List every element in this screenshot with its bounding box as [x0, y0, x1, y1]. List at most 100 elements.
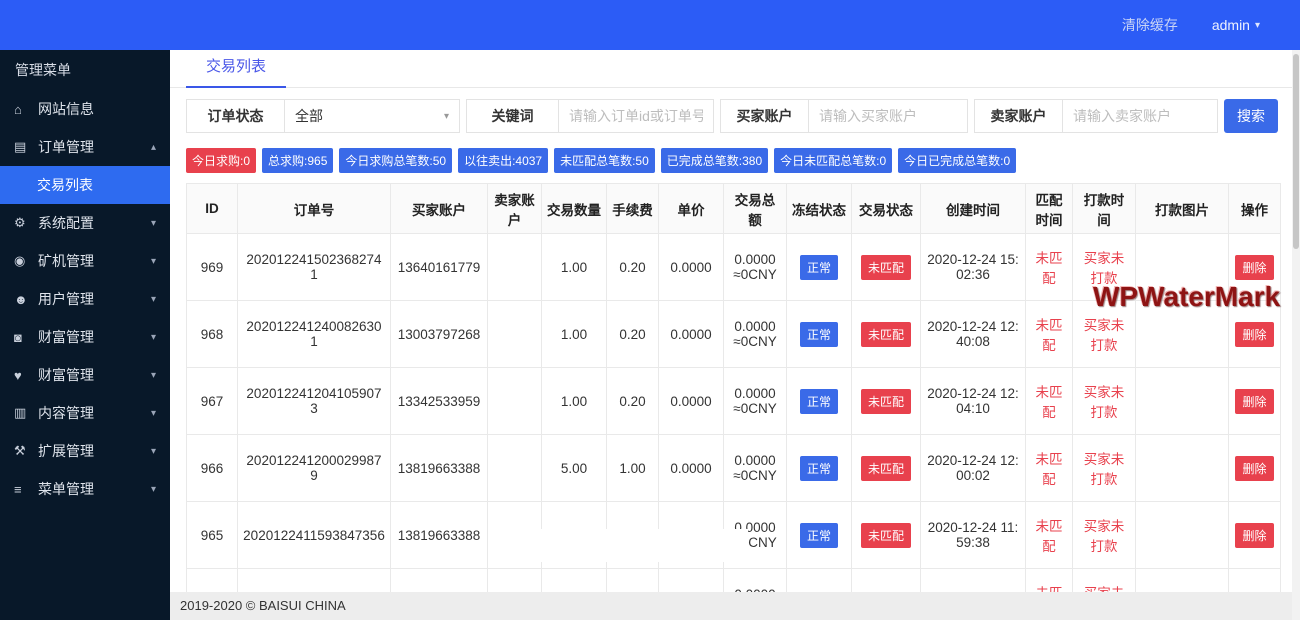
trade-status-badge: 未匹配 — [860, 388, 911, 414]
delete-button[interactable]: 删除 — [1235, 455, 1274, 481]
cell-freeze: 正常 — [786, 501, 852, 569]
cell-match_time: 未匹配 — [1025, 434, 1073, 502]
sidebar-item-label: 财富管理 — [38, 329, 94, 345]
cell-fee: 1.00 — [606, 434, 659, 502]
user-menu[interactable]: admin ▾ — [1212, 17, 1260, 33]
column-header: 订单号 — [237, 183, 391, 234]
seller-label: 卖家账户 — [990, 108, 1047, 124]
sidebar-item[interactable]: ♥ 财富管理 ▾ — [0, 356, 170, 394]
cell-qty: 1.00 — [541, 367, 607, 435]
seller-input[interactable] — [1063, 100, 1217, 132]
cell-seller — [487, 300, 542, 368]
sidebar-item[interactable]: ☻ 用户管理 ▾ — [0, 280, 170, 318]
pay-time-text: 买家未打款 — [1083, 385, 1125, 420]
cell-buyer: 13640161779 — [390, 233, 488, 301]
header-actions: 清除缓存 admin ▾ — [1122, 0, 1260, 50]
delete-button[interactable]: 删除 — [1235, 254, 1274, 280]
sidebar-item[interactable]: ⚒ 扩展管理 ▾ — [0, 432, 170, 470]
tab-bar: 交易列表 — [170, 50, 1292, 88]
cell-fee: 0.20 — [606, 300, 659, 368]
chevron-down-icon: ▾ — [150, 255, 156, 267]
cell-id: 965 — [186, 501, 238, 569]
keyword-group: 关键词 — [466, 99, 714, 133]
buyer-label: 买家账户 — [736, 108, 793, 124]
sidebar-item-active[interactable]: 交易列表 — [0, 166, 170, 204]
chevron-down-icon: ▾ — [150, 445, 156, 457]
delete-button[interactable]: 删除 — [1235, 388, 1274, 414]
cell-buyer: 13819663388 — [390, 434, 488, 502]
cell-freeze: 正常 — [786, 367, 852, 435]
cell-created: 2020-12-24 15:02:36 — [920, 233, 1026, 301]
pay-time-text: 买家未打款 — [1083, 452, 1125, 487]
stat-badge: 今日求购总笔数:50 — [339, 148, 453, 173]
delete-button[interactable]: 删除 — [1235, 321, 1274, 347]
tab-trade-list[interactable]: 交易列表 — [186, 50, 287, 88]
cell-total: 0.0000 ≈0CNY — [723, 434, 787, 502]
cell-seller — [487, 367, 542, 435]
sidebar-item[interactable]: ◉ 矿机管理 ▾ — [0, 242, 170, 280]
cell-created: 2020-12-24 11:59:38 — [920, 501, 1026, 569]
miner-icon: ◉ — [14, 253, 26, 268]
users-icon: ☻ — [14, 291, 28, 307]
column-header: 单价 — [658, 183, 724, 234]
menu-icon: ≡ — [14, 481, 22, 497]
chevron-down-icon: ▾ — [150, 217, 156, 229]
cell-qty: 1.00 — [541, 300, 607, 368]
keyword-input[interactable] — [559, 100, 713, 132]
sidebar-item[interactable]: ◙ 财富管理 ▾ — [0, 318, 170, 356]
search-button[interactable]: 搜索 — [1224, 99, 1278, 133]
stat-badge: 以往卖出:4037 — [458, 148, 549, 173]
content-icon: ▥ — [14, 405, 27, 420]
sidebar-item[interactable]: ≡ 菜单管理 ▾ — [0, 470, 170, 508]
cell-created: 2020-12-24 12:40:08 — [920, 300, 1026, 368]
sidebar-item[interactable]: ▥ 内容管理 ▾ — [0, 394, 170, 432]
sidebar-item-label: 菜单管理 — [38, 481, 94, 497]
copyright-text: 2019-2020 © BAISUI CHINA — [180, 598, 346, 613]
sidebar-menu: ⌂ 网站信息 ▤ 订单管理 ▴ 交易列表 ⚙ 系统配置 ▾ ◉ 矿机管理 ▾ ☻ 用户管理 ▾ ◙ 财富管理 ▾ ♥… — [0, 90, 170, 508]
chevron-down-icon: ▾ — [150, 407, 156, 419]
clear-cache-link[interactable]: 清除缓存 — [1122, 15, 1178, 35]
sidebar-item-label: 扩展管理 — [38, 443, 94, 459]
stats-row: 今日求购:0 总求购:965 今日求购总笔数:50 以往卖出:4037 未匹配总笔数:5… — [186, 148, 1280, 173]
freeze-status-badge: 正常 — [799, 254, 838, 280]
sidebar-item-label: 网站信息 — [38, 101, 94, 117]
cell-price: 0.0000 — [658, 233, 724, 301]
cell-match_time: 未匹配 — [1025, 501, 1073, 569]
match-time-text: 未匹配 — [1035, 519, 1063, 554]
scrollbar-thumb[interactable] — [1293, 54, 1299, 249]
column-header: 创建时间 — [920, 183, 1026, 234]
sidebar-item-label: 矿机管理 — [38, 253, 94, 269]
cell-match_time: 未匹配 — [1025, 367, 1073, 435]
cell-qty: 1.00 — [541, 233, 607, 301]
cell-trade: 未匹配 — [851, 434, 921, 502]
stat-badge: 未匹配总笔数:50 — [554, 148, 655, 173]
cell-trade: 未匹配 — [851, 501, 921, 569]
stat-badge: 总求购:965 — [262, 148, 334, 173]
order-status-value: 全部 — [295, 108, 323, 124]
freeze-status-badge: 正常 — [799, 388, 838, 414]
chevron-down-icon: ▾ — [1254, 19, 1260, 31]
sidebar-item-label: 用户管理 — [38, 291, 94, 307]
delete-button[interactable]: 删除 — [1235, 522, 1274, 548]
cell-freeze: 正常 — [786, 233, 852, 301]
buyer-input[interactable] — [809, 100, 967, 132]
sidebar-item[interactable]: ⚙ 系统配置 ▾ — [0, 204, 170, 242]
sidebar-item[interactable]: ⌂ 网站信息 — [0, 90, 170, 128]
sidebar-item-label: 内容管理 — [38, 405, 94, 421]
column-header: 交易状态 — [851, 183, 921, 234]
cell-seller — [487, 434, 542, 502]
cell-pay_image — [1135, 434, 1229, 502]
order-status-select[interactable]: 全部 ▾ — [285, 106, 459, 126]
scrollbar[interactable] — [1292, 50, 1300, 620]
cell-total: 0.0000 ≈0CNY — [723, 367, 787, 435]
freeze-status-badge: 正常 — [799, 455, 838, 481]
table-header-row: ID 订单号 买家账户 卖家账户 交易数量 手续费 单价 交易总额 冻结状态 交易状态 创建时间 匹配… — [186, 183, 1281, 234]
cell-created: 2020-12-24 12:00:02 — [920, 434, 1026, 502]
cell-id: 967 — [186, 367, 238, 435]
chevron-down-icon: ▾ — [150, 483, 156, 495]
match-time-text: 未匹配 — [1035, 385, 1063, 420]
sidebar-item[interactable]: ▤ 订单管理 ▴ — [0, 128, 170, 166]
cell-id: 969 — [186, 233, 238, 301]
stat-badge: 今日已完成总笔数:0 — [898, 148, 1017, 173]
filter-bar: 订单状态 全部 ▾ 关键词 买家账户 卖家账户 搜索 — [186, 99, 1280, 133]
